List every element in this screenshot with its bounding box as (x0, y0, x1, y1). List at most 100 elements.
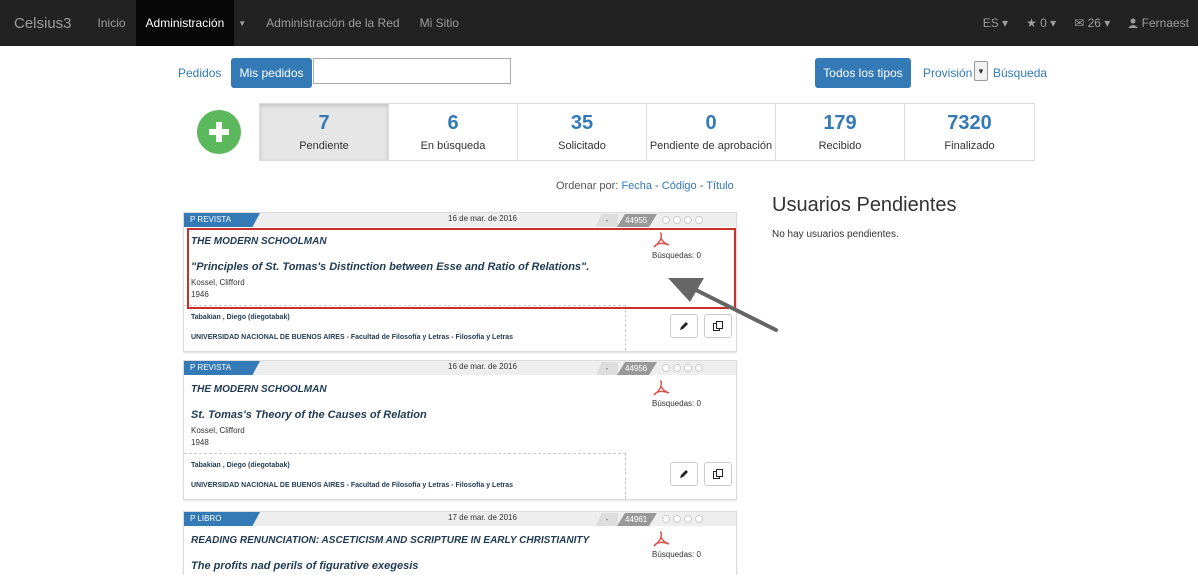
order-card-footer: Tabakian , Diego (diegotabak) UNIVERSIDA… (184, 453, 626, 499)
highlight-box (187, 228, 736, 309)
order-status-tag: - (596, 214, 618, 227)
order-type-badge: P LIBRO (184, 512, 260, 526)
progress-dot (695, 515, 703, 523)
order-card-header: P LIBRO 17 de mar. de 2016 - 44961 (184, 512, 736, 526)
progress-dot (684, 216, 692, 224)
usuarios-pendientes-empty: No hay usuarios pendientes. (772, 229, 899, 240)
order-card-header: P REVISTA 16 de mar. de 2016 - 44955 (184, 213, 736, 227)
order-type-badge: P REVISTA (184, 213, 260, 227)
add-order-button[interactable] (197, 110, 241, 154)
pdf-icon[interactable] (652, 380, 670, 398)
user-menu[interactable]: Fernaest (1119, 0, 1198, 46)
tab-en-busqueda[interactable]: 6 En búsqueda (389, 104, 518, 160)
brand-logo[interactable]: Celsius3 (0, 15, 88, 32)
progress-dot (673, 515, 681, 523)
stat-count: 179 (823, 112, 857, 134)
stat-count: 7320 (947, 112, 992, 134)
stat-count: 0 (705, 112, 717, 134)
stat-count: 35 (570, 112, 594, 134)
navbar-right: ES ▾ ★ 0 ▾ ✉ 26 ▾ Fernaest (974, 0, 1198, 46)
filter-bar: Pedidos Mis pedidos ▼ Todos los tipos Pr… (0, 56, 1198, 92)
progress-dot (695, 364, 703, 372)
usuarios-pendientes-title: Usuarios Pendientes (772, 194, 957, 216)
todos-los-tipos-button[interactable]: Todos los tipos (815, 58, 911, 88)
progress-dot (695, 216, 703, 224)
progress-dot (673, 364, 681, 372)
stat-label: En búsqueda (420, 140, 486, 152)
stat-label: Recibido (818, 140, 862, 152)
pdf-icon[interactable] (652, 531, 670, 549)
messages-dropdown[interactable]: ✉ 26 ▾ (1065, 0, 1119, 46)
progress-dots (662, 364, 703, 372)
order-id-tag[interactable]: 44955 (617, 214, 657, 227)
order-card: P LIBRO 17 de mar. de 2016 - 44961 READI… (183, 511, 737, 575)
language-dropdown[interactable]: ES ▾ (974, 0, 1017, 46)
filter-select[interactable]: ▼ (313, 58, 988, 84)
caret-down-icon[interactable]: ▼ (234, 19, 256, 28)
institution: UNIVERSIDAD NACIONAL DE BUENOS AIRES - F… (191, 334, 514, 341)
top-navbar: Celsius3 Inicio Administración ▼ Adminis… (0, 0, 1198, 46)
busquedas-count: Búsquedas: 0 (652, 550, 701, 559)
pencil-icon (680, 470, 688, 478)
order-card-footer: Tabakian , Diego (diegotabak) UNIVERSIDA… (184, 305, 626, 351)
order-id-tag[interactable]: 44956 (617, 362, 657, 375)
article-title: The profits nad perils of figurative exe… (191, 560, 419, 572)
progress-dot (684, 364, 692, 372)
requester-link[interactable]: Tabakian , Diego (diegotabak) (191, 462, 290, 469)
provision-link[interactable]: Provisión (923, 66, 972, 80)
nav-inicio[interactable]: Inicio (88, 0, 136, 46)
tab-pendiente-aprobacion[interactable]: 0 Pendiente de aprobación (647, 104, 776, 160)
sort-options: Ordenar por: Fecha - Código - Título (556, 180, 734, 192)
order-date: 16 de mar. de 2016 (448, 362, 517, 371)
busqueda-link[interactable]: Búsqueda (993, 66, 1047, 80)
journal-title: READING RENUNCIATION: ASCETICISM AND SCR… (191, 535, 590, 546)
annotation-arrow (668, 278, 778, 332)
order-card-header: P REVISTA 16 de mar. de 2016 - 44956 (184, 361, 736, 375)
tab-finalizado[interactable]: 7320 Finalizado (905, 104, 1034, 160)
duplicate-button[interactable] (704, 462, 732, 486)
stat-label: Finalizado (944, 140, 995, 152)
institution: UNIVERSIDAD NACIONAL DE BUENOS AIRES - F… (191, 482, 514, 489)
sort-codigo-link[interactable]: Código (662, 180, 697, 192)
order-card: P REVISTA 16 de mar. de 2016 - 44956 THE… (183, 360, 737, 500)
order-date: 17 de mar. de 2016 (448, 513, 517, 522)
journal-title: THE MODERN SCHOOLMAN (191, 384, 327, 395)
progress-dots (662, 515, 703, 523)
edit-button[interactable] (670, 462, 698, 486)
sort-fecha-link[interactable]: Fecha (621, 180, 652, 192)
author: Kossel, Clifford (191, 426, 245, 435)
sort-label: Ordenar por: (556, 180, 619, 192)
tab-pendiente[interactable]: 7 Pendiente (260, 104, 389, 160)
copy-icon (713, 469, 723, 479)
busquedas-count: Búsquedas: 0 (652, 399, 701, 408)
user-icon (1128, 18, 1139, 28)
progress-dot (662, 216, 670, 224)
stat-count: 6 (447, 112, 459, 134)
order-id-tag[interactable]: 44961 (617, 513, 657, 526)
select-arrow-icon: ▼ (974, 61, 988, 81)
favorites-dropdown[interactable]: ★ 0 ▾ (1017, 0, 1065, 46)
stat-label: Pendiente de aprobación (649, 140, 773, 152)
nav-administracion-red[interactable]: Administración de la Red (256, 0, 409, 46)
progress-dot (662, 364, 670, 372)
stat-count: 7 (318, 112, 330, 134)
user-name: Fernaest (1141, 16, 1189, 30)
progress-dots (662, 216, 703, 224)
nav-mi-sitio[interactable]: Mi Sitio (410, 0, 469, 46)
progress-dot (684, 515, 692, 523)
year: 1948 (191, 438, 209, 447)
order-type-badge: P REVISTA (184, 361, 260, 375)
nav-administracion[interactable]: Administración (135, 0, 235, 46)
tab-recibido[interactable]: 179 Recibido (776, 104, 905, 160)
sort-titulo-link[interactable]: Título (706, 180, 734, 192)
progress-dot (673, 216, 681, 224)
article-title: St. Tomas's Theory of the Causes of Rela… (191, 409, 427, 421)
order-date: 16 de mar. de 2016 (448, 214, 517, 223)
order-status-tag: - (596, 513, 618, 526)
requester-link[interactable]: Tabakian , Diego (diegotabak) (191, 314, 290, 321)
mis-pedidos-button[interactable]: Mis pedidos (231, 58, 312, 88)
tab-solicitado[interactable]: 35 Solicitado (518, 104, 647, 160)
progress-dot (662, 515, 670, 523)
status-tabs: 7 Pendiente 6 En búsqueda 35 Solicitado … (259, 103, 1035, 161)
pedidos-link[interactable]: Pedidos (178, 66, 221, 80)
